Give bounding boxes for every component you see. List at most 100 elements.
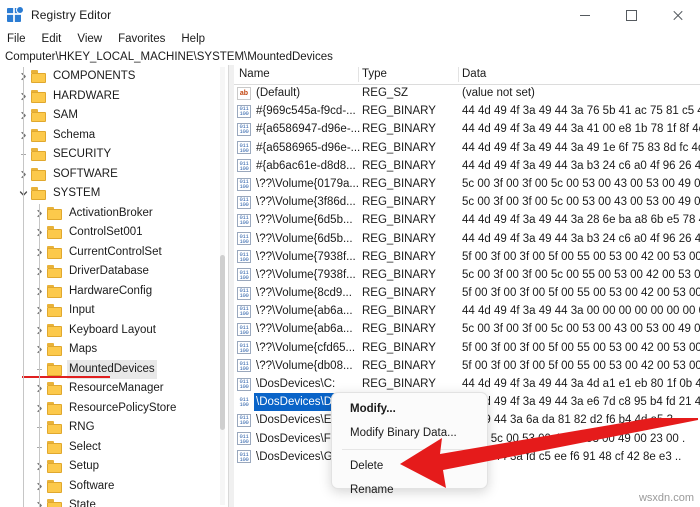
folder-icon [47, 499, 64, 507]
tree-item-label: SAM [53, 109, 78, 121]
menu-help[interactable]: Help [173, 30, 213, 48]
tree-item-label: Maps [69, 343, 98, 355]
table-row[interactable]: 011 100 \??\Volume{7938f... REG_BINARY 5f 00… [234, 248, 700, 266]
context-menu-item-rename[interactable]: Rename [332, 478, 487, 502]
table-row[interactable]: 011 100 \??\Volume{0179a... REG_BINARY 5c 00… [234, 175, 700, 193]
tree-item-sam[interactable]: SAM [0, 106, 220, 126]
tree-item-activationbroker[interactable]: ActivationBroker [0, 204, 220, 224]
tree-item-rng[interactable]: RNG [0, 418, 220, 438]
tree-item-keyboard-layout[interactable]: Keyboard Layout [0, 321, 220, 341]
list-header: Name Type Data [234, 65, 700, 85]
column-divider-1[interactable] [358, 67, 359, 82]
tree-item-resourcepolicystore[interactable]: ResourcePolicyStore [0, 399, 220, 419]
cell-data: 44 4d 49 4f 3a 49 44 3a 00 00 00 00 00 0… [462, 305, 700, 318]
cell-data: 5c 00 3f 00 3f 00 5c 00 53 00 43 00 53 0… [462, 196, 700, 209]
tree-item-system[interactable]: SYSTEM [0, 184, 220, 204]
tree-scrollbar-thumb[interactable] [220, 255, 225, 430]
table-row[interactable]: 011 100 \??\Volume{cfd65... REG_BINARY 5f 00… [234, 339, 700, 357]
table-row[interactable]: 011 100 \??\Volume{ab6a... REG_BINARY 44 4d … [234, 302, 700, 320]
cell-data: 3a 49 44 3a fd c5 ee f6 91 48 cf 42 8e e… [462, 450, 682, 463]
folder-icon [31, 89, 48, 103]
address-bar[interactable]: Computer\HKEY_LOCAL_MACHINE\SYSTEM\Mount… [0, 48, 700, 66]
table-row[interactable]: 011 100 #{a6586965-d96e-... REG_BINARY 44 4d… [234, 139, 700, 157]
table-row[interactable]: 011 100 #{969c545a-f9cd-... REG_BINARY 44 4d… [234, 102, 700, 120]
tree-item-maps[interactable]: Maps [0, 340, 220, 360]
registry-tree: COMPONENTS HARDWARE SAM Schema SECURITY SOFTW… [0, 65, 220, 507]
context-menu-item-delete[interactable]: Delete [332, 454, 487, 478]
tree-item-security[interactable]: SECURITY [0, 145, 220, 165]
tree-item-currentcontrolset[interactable]: CurrentControlSet [0, 243, 220, 263]
cell-type: REG_BINARY [362, 141, 436, 154]
column-divider-2[interactable] [458, 67, 459, 82]
cell-type: REG_BINARY [362, 232, 436, 245]
table-row[interactable]: 011 100 \??\Volume{db08... REG_BINARY 5f 00 … [234, 357, 700, 375]
context-menu-item-modify-binary-data[interactable]: Modify Binary Data... [332, 421, 487, 445]
binary-value-icon: 011 100 [237, 341, 251, 355]
table-row[interactable]: 011 100 \??\Volume{6d5b... REG_BINARY 44 4d … [234, 211, 700, 229]
binary-value-icon: 011 100 [237, 122, 251, 136]
tree-scrollbar[interactable] [220, 67, 225, 505]
title-bar: Registry Editor [0, 0, 700, 30]
folder-icon [47, 440, 64, 454]
table-row[interactable]: 011 100 \??\Volume{7938f... REG_BINARY 5c 00… [234, 266, 700, 284]
tree-item-controlset001[interactable]: ControlSet001 [0, 223, 220, 243]
folder-icon [47, 265, 64, 279]
table-row[interactable]: 011 100 \??\Volume{8cd9... REG_BINARY 5f 00 … [234, 284, 700, 302]
minimize-button[interactable] [562, 0, 608, 30]
table-row[interactable]: 011 100 #{a6586947-d96e-... REG_BINARY 44 4d… [234, 120, 700, 138]
window-controls [562, 0, 700, 30]
watermark: wsxdn.com [638, 492, 694, 504]
table-row[interactable]: ab (Default) REG_SZ (value not set) [234, 84, 700, 102]
registry-path: Computer\HKEY_LOCAL_MACHINE\SYSTEM\Mount… [5, 50, 333, 63]
cell-type: REG_BINARY [362, 123, 436, 136]
registry-icon [7, 6, 24, 23]
table-row[interactable]: 011 100 \??\Volume{3f86d... REG_BINARY 5c 00… [234, 193, 700, 211]
cell-type: REG_BINARY [362, 305, 436, 318]
column-header-type[interactable]: Type [362, 65, 387, 84]
tree-item-mounteddevices[interactable]: MountedDevices [0, 359, 220, 379]
menu-favorites[interactable]: Favorites [110, 30, 173, 48]
tree-item-hardwareconfig[interactable]: HardwareConfig [0, 282, 220, 302]
tree-item-label: Software [69, 479, 115, 492]
menu-view[interactable]: View [69, 30, 110, 48]
tree-item-software[interactable]: SOFTWARE [0, 165, 220, 185]
column-header-name[interactable]: Name [239, 65, 270, 84]
table-row[interactable]: 011 100 \??\Volume{ab6a... REG_BINARY 5c 00 … [234, 320, 700, 338]
tree-item-label: DriverDatabase [69, 265, 149, 277]
tree-item-input[interactable]: Input [0, 301, 220, 321]
tree-item-hardware[interactable]: HARDWARE [0, 87, 220, 107]
tree-item-software[interactable]: Software [0, 477, 220, 497]
binary-value-icon: 011 100 [237, 304, 251, 318]
maximize-button[interactable] [608, 0, 654, 30]
tree-item-resourcemanager[interactable]: ResourceManager [0, 379, 220, 399]
tree-item-schema[interactable]: Schema [0, 126, 220, 146]
close-button[interactable] [654, 0, 700, 30]
tree-item-label: HARDWARE [53, 89, 120, 102]
context-menu-item-modify[interactable]: Modify... [332, 397, 487, 421]
menu-file[interactable]: File [0, 30, 34, 48]
tree-item-driverdatabase[interactable]: DriverDatabase [0, 262, 220, 282]
table-row[interactable]: 011 100 #{ab6ac61e-d8d8... REG_BINARY 44 4d … [234, 157, 700, 175]
tree-item-select[interactable]: Select [0, 438, 220, 458]
binary-value-icon: 011 100 [237, 359, 251, 373]
binary-value-icon: 011 100 [237, 450, 251, 464]
tree-item-components[interactable]: COMPONENTS [0, 67, 220, 87]
binary-value-icon: 011 100 [237, 377, 251, 391]
tree-item-setup[interactable]: Setup [0, 457, 220, 477]
tree-guide-line [23, 67, 24, 507]
folder-icon [31, 128, 48, 142]
column-header-data[interactable]: Data [462, 65, 486, 84]
tree-item-label: Input [69, 304, 95, 316]
cell-type: REG_BINARY [362, 341, 436, 354]
menu-edit[interactable]: Edit [34, 30, 70, 48]
tree-item-label: HardwareConfig [69, 284, 153, 297]
cell-type: REG_BINARY [362, 214, 436, 227]
cell-name: \??\Volume{8cd9... [256, 287, 352, 300]
tree-item-state[interactable]: State [0, 496, 220, 507]
tree-item-label: MountedDevices [67, 359, 157, 379]
folder-icon [47, 382, 64, 396]
tree-item-label: ResourceManager [69, 382, 164, 394]
binary-value-icon: 011 100 [237, 250, 251, 264]
table-row[interactable]: 011 100 \??\Volume{6d5b... REG_BINARY 44 4d … [234, 230, 700, 248]
table-row[interactable]: 011 100 \DosDevices\C: REG_BINARY 44 4d 49 4… [234, 375, 700, 393]
